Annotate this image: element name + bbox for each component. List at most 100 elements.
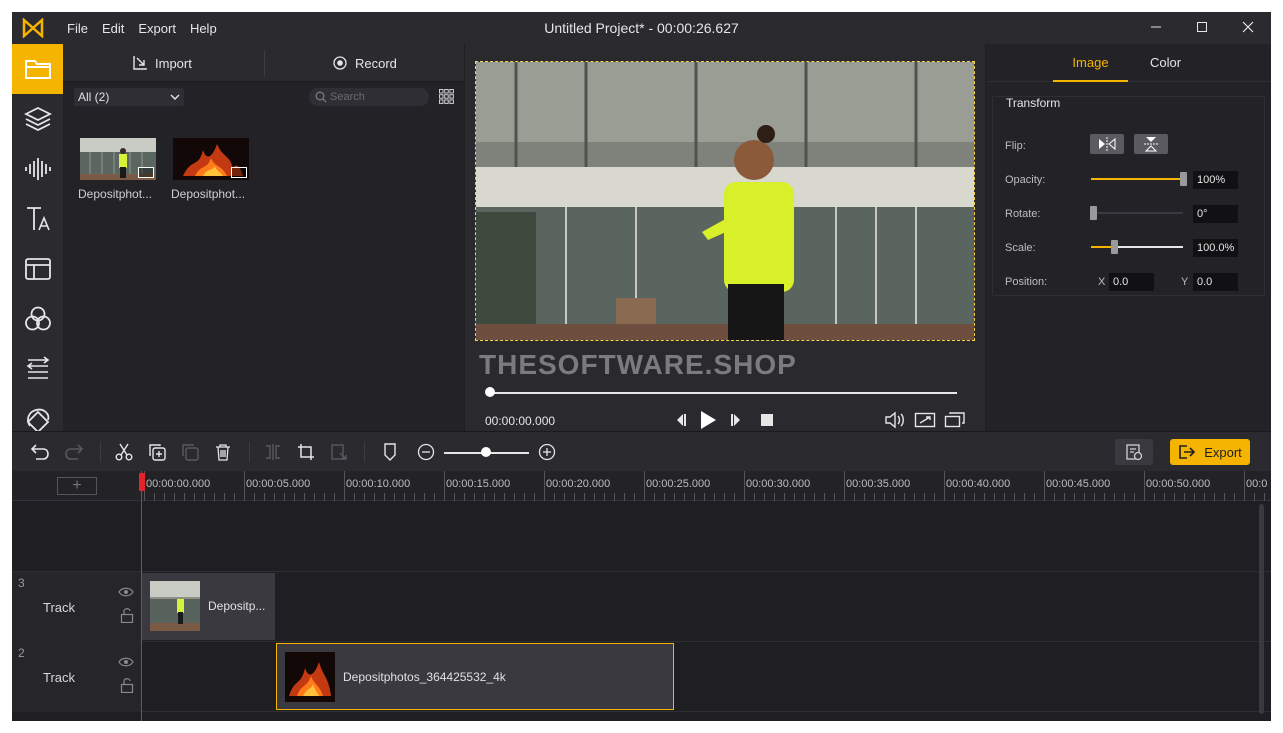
ruler-minor-tick [1114, 493, 1115, 501]
rotate-slider[interactable] [1090, 206, 1183, 220]
media-filter-dropdown[interactable]: All (2) [74, 88, 184, 106]
timeline-clip-selected[interactable]: Depositphotos_364425532_4k [276, 643, 674, 710]
sidebar-filters[interactable] [12, 294, 63, 344]
zoom-out-button[interactable] [416, 442, 436, 462]
adjust-icon [331, 444, 347, 460]
crop-button[interactable] [296, 442, 316, 462]
next-frame-icon[interactable] [730, 410, 744, 430]
delete-button[interactable] [213, 442, 233, 462]
sidebar-transitions[interactable] [12, 344, 63, 394]
ruler-minor-tick [314, 493, 315, 501]
rotate-value[interactable]: 0° [1193, 205, 1238, 223]
clip-label: Depositphotos_364425532_4k [343, 670, 506, 684]
menu-file[interactable]: File [67, 21, 88, 36]
position-y-input[interactable]: 0.0 [1193, 273, 1238, 291]
sidebar-text[interactable] [12, 194, 63, 244]
eye-icon[interactable] [118, 586, 134, 598]
opacity-value[interactable]: 100% [1193, 171, 1238, 189]
flip-horizontal-button[interactable] [1090, 134, 1124, 154]
playhead-handle[interactable] [139, 473, 145, 491]
paste-button[interactable] [180, 442, 200, 462]
search-input[interactable]: Search [309, 88, 429, 106]
volume-icon[interactable] [884, 410, 906, 430]
ruler-minor-tick [1084, 493, 1085, 501]
ruler-minor-tick [684, 493, 685, 501]
menu-export[interactable]: Export [138, 21, 176, 36]
split-button[interactable] [263, 442, 283, 462]
fullscreen-icon[interactable] [944, 410, 966, 430]
ruler-minor-tick [194, 493, 195, 501]
ruler-minor-tick [1204, 493, 1205, 501]
grid-view-icon[interactable] [439, 89, 454, 104]
cut-button[interactable] [114, 442, 134, 462]
timeline-scrollbar[interactable] [1259, 504, 1264, 714]
stop-icon[interactable] [759, 410, 775, 430]
redo-button[interactable] [64, 442, 84, 462]
close-button[interactable] [1225, 12, 1271, 44]
ruler-minor-tick [604, 493, 605, 501]
empty-track-area[interactable] [12, 502, 1271, 572]
properties-tabs: Image Color [986, 44, 1271, 82]
record-button[interactable]: Record [333, 44, 397, 82]
eye-icon[interactable] [118, 656, 134, 668]
previous-frame-icon[interactable] [673, 410, 687, 430]
marker-button[interactable] [380, 442, 400, 462]
zoom-slider-handle[interactable] [481, 447, 491, 457]
lock-icon[interactable] [120, 677, 134, 693]
lock-icon[interactable] [120, 607, 134, 623]
app-window: File Edit Export Help Untitled Project* … [12, 12, 1271, 721]
scrubber-handle[interactable] [485, 387, 495, 397]
playhead[interactable] [141, 471, 142, 721]
export-settings-button[interactable] [1115, 439, 1153, 465]
preview-canvas[interactable] [475, 61, 975, 341]
sticker-icon [26, 408, 49, 432]
minimize-button[interactable] [1133, 12, 1179, 44]
menu-help[interactable]: Help [190, 21, 217, 36]
position-x-input[interactable]: 0.0 [1109, 273, 1154, 291]
maximize-button[interactable] [1179, 12, 1225, 44]
menu-edit[interactable]: Edit [102, 21, 124, 36]
trash-icon [216, 444, 230, 461]
sidebar-audio[interactable] [12, 144, 63, 194]
rotate-slider-handle[interactable] [1090, 206, 1097, 220]
scale-slider-fill [1091, 246, 1113, 248]
ruler-minor-tick [424, 493, 425, 501]
media-item-thumbnail[interactable] [80, 138, 156, 180]
ruler-minor-tick [534, 493, 535, 501]
ruler-minor-tick [1064, 493, 1065, 501]
timeline-ruler[interactable]: + 00:00:00.000 00:00:05.000 00:00:10.000 00… [12, 471, 1271, 501]
sidebar-media[interactable] [12, 44, 63, 94]
tab-color[interactable]: Color [1128, 44, 1203, 82]
timeline-clip[interactable]: Depositp... [142, 573, 275, 640]
copy-button[interactable] [147, 442, 167, 462]
ruler-minor-tick [494, 493, 495, 501]
sidebar-templates[interactable] [12, 244, 63, 294]
scale-slider-handle[interactable] [1111, 240, 1118, 254]
zoom-in-button[interactable] [537, 442, 557, 462]
play-icon[interactable] [698, 410, 718, 430]
ruler-minor-tick [464, 493, 465, 501]
ruler-minor-tick [394, 493, 395, 501]
adjust-button[interactable] [329, 442, 349, 462]
export-button[interactable]: Export [1170, 439, 1250, 465]
opacity-slider[interactable] [1091, 172, 1187, 186]
sidebar-layers[interactable] [12, 94, 63, 144]
timeline-track[interactable]: 3 Track Depositp... [12, 572, 1271, 642]
ruler-minor-tick [804, 493, 805, 501]
flip-vertical-button[interactable] [1134, 134, 1168, 154]
ruler-minor-tick [474, 493, 475, 501]
tab-image[interactable]: Image [1053, 44, 1128, 82]
add-track-button[interactable]: + [57, 477, 97, 495]
undo-button[interactable] [30, 442, 50, 462]
ruler-minor-tick [1224, 493, 1225, 501]
fit-screen-icon[interactable] [914, 410, 936, 430]
media-item-thumbnail[interactable] [173, 138, 249, 180]
ruler-minor-tick [984, 493, 985, 501]
ruler-minor-tick [1254, 493, 1255, 501]
scale-value[interactable]: 100.0% [1193, 239, 1238, 257]
playback-scrubber[interactable] [487, 392, 957, 394]
opacity-slider-handle[interactable] [1180, 172, 1187, 186]
scale-slider[interactable] [1091, 240, 1183, 254]
timeline-track[interactable]: 2 Track Depositphotos_364425532_4k [12, 642, 1271, 712]
import-button[interactable]: Import [133, 44, 192, 82]
